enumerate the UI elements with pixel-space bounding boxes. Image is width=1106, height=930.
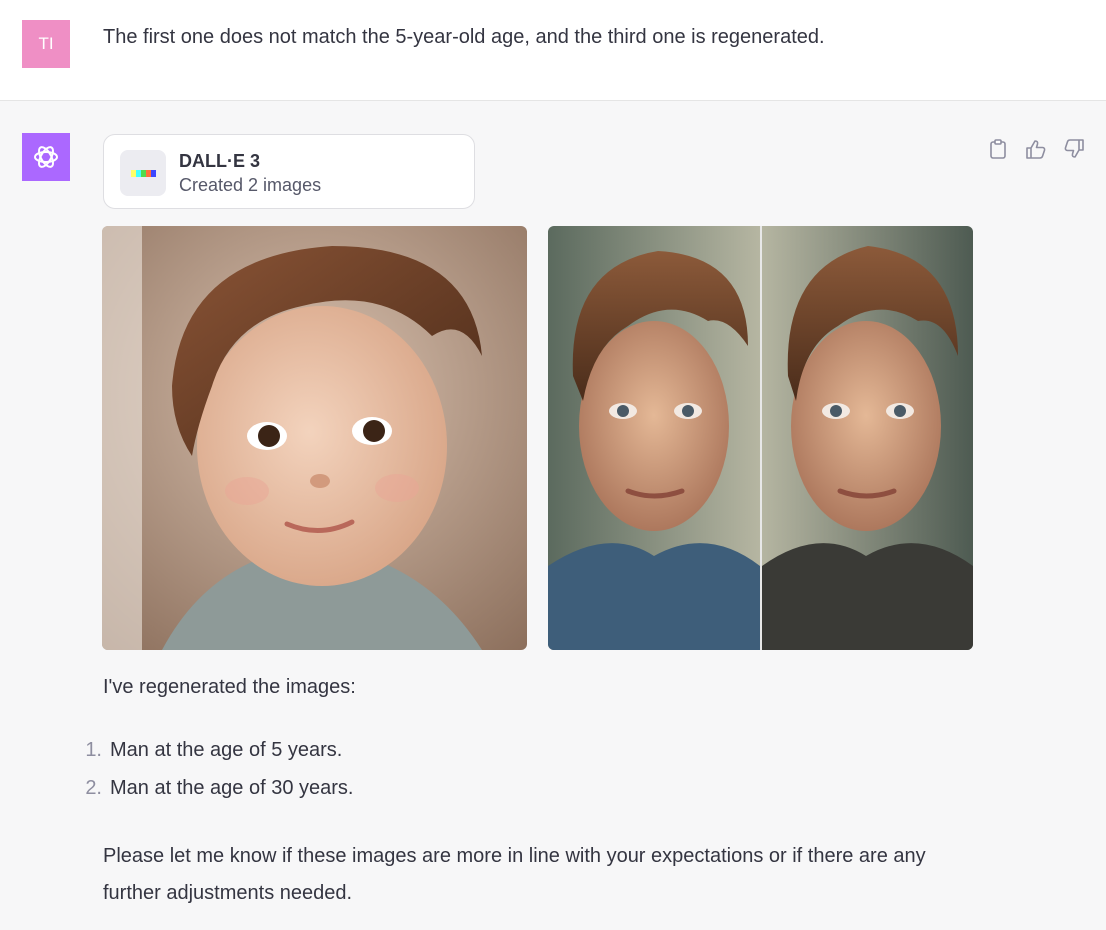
openai-logo-icon <box>34 146 58 168</box>
list-number: 1. <box>85 739 102 761</box>
thumbs-up-icon[interactable] <box>1024 137 1048 161</box>
dalle-icon <box>120 150 166 196</box>
list-text: Man at the age of 5 years. <box>110 739 343 761</box>
assistant-message-row: DALL·E 3 Created 2 images I've regenerat… <box>0 101 1106 930</box>
list-text: Man at the age of 30 years. <box>110 777 354 799</box>
adult-portrait-image[interactable] <box>548 226 973 650</box>
tool-status: Created 2 images <box>179 175 322 195</box>
user-message-row: TI The first one does not match the 5-ye… <box>0 0 1106 101</box>
assistant-avatar <box>22 133 70 181</box>
reply-intro: I've regenerated the images: <box>103 676 356 698</box>
tool-name: DALL·E 3 <box>179 151 260 171</box>
child-portrait-image[interactable] <box>102 226 527 650</box>
user-message-text: The first one does not match the 5-year-… <box>103 26 825 48</box>
list-number: 2. <box>85 777 102 799</box>
copy-icon[interactable] <box>986 137 1010 161</box>
reply-closing: Please let me know if these images are m… <box>103 845 926 904</box>
dalle-tool-card[interactable]: DALL·E 3 Created 2 images <box>103 134 475 209</box>
thumbs-down-icon[interactable] <box>1062 137 1086 161</box>
message-actions <box>986 137 1086 161</box>
user-avatar: TI <box>22 20 70 68</box>
